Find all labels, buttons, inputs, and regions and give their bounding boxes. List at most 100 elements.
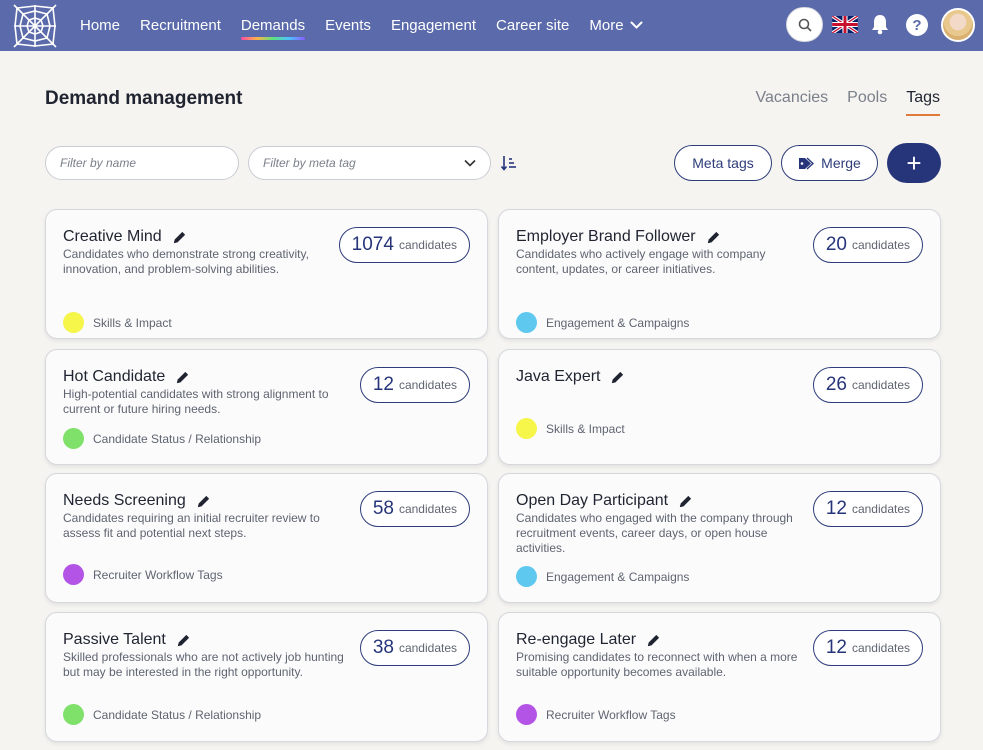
tag-card-meta: Candidate Status / Relationship (63, 428, 261, 449)
main-content: Demand management Vacancies Pools Tags F… (0, 51, 983, 750)
tag-card-meta: Engagement & Campaigns (516, 566, 689, 587)
candidate-count-label: candidates (851, 502, 910, 516)
candidate-count-button[interactable]: 12 candidates (359, 367, 470, 403)
uk-flag-icon[interactable] (832, 16, 858, 33)
tab-vacancies[interactable]: Vacancies (756, 89, 829, 107)
tag-card-title: Java Expert (516, 368, 625, 386)
add-tag-button[interactable]: + (887, 143, 941, 183)
tag-card-title: Passive Talent (63, 631, 191, 649)
tag-card-title: Hot Candidate (63, 368, 190, 386)
tag-card-title: Open Day Participant (516, 492, 693, 510)
candidate-count: 12 (372, 374, 394, 395)
candidate-count-button[interactable]: 1074 candidates (338, 227, 470, 263)
chevron-down-icon (630, 21, 643, 29)
tag-card-title-text: Re-engage Later (516, 631, 637, 648)
candidate-count-button[interactable]: 58 candidates (359, 491, 470, 527)
search-icon (798, 18, 812, 32)
nav-engagement[interactable]: Engagement (391, 17, 476, 34)
candidate-count-label: candidates (851, 641, 910, 655)
pencil-icon[interactable] (706, 230, 721, 245)
tag-card-meta-label: Skills & Impact (93, 315, 172, 330)
tag-card-title: Needs Screening (63, 492, 211, 510)
tag-card-meta: Recruiter Workflow Tags (516, 704, 676, 725)
avatar[interactable] (941, 8, 975, 42)
tag-card-title-text: Creative Mind (63, 228, 162, 245)
main-menu: Home Recruitment Demands Events Engageme… (80, 0, 663, 51)
pencil-icon[interactable] (176, 633, 191, 648)
spider-web-logo-icon[interactable] (11, 2, 59, 50)
filter-meta-select[interactable]: Filter by meta tag (248, 146, 491, 180)
tab-tags[interactable]: Tags (906, 89, 940, 116)
pencil-icon[interactable] (196, 494, 211, 509)
meta-color-dot (516, 312, 537, 333)
pencil-icon[interactable] (610, 370, 625, 385)
tag-card-title: Re-engage Later (516, 631, 661, 649)
meta-tags-label: Meta tags (692, 155, 754, 171)
bell-icon[interactable] (870, 13, 890, 35)
nav-events[interactable]: Events (325, 17, 371, 34)
nav-career-site[interactable]: Career site (496, 17, 569, 34)
tag-card-meta-label: Skills & Impact (546, 421, 625, 436)
tag-card[interactable]: Needs Screening Candidates requiring an i… (45, 473, 488, 603)
nav-home[interactable]: Home (80, 17, 120, 34)
candidate-count-button[interactable]: 20 candidates (812, 227, 923, 263)
filter-name-input[interactable] (60, 156, 224, 170)
meta-color-dot (516, 704, 537, 725)
candidate-count-button[interactable]: 12 candidates (812, 630, 923, 666)
candidate-count: 26 (825, 374, 847, 395)
nav-more[interactable]: More (589, 17, 643, 34)
tag-card[interactable]: Creative Mind Candidates who demonstrate … (45, 209, 488, 339)
candidate-count: 20 (825, 234, 847, 255)
tag-card[interactable]: Java Expert 26 candidates Skills & Impact (498, 349, 941, 465)
candidate-count-button[interactable]: 26 candidates (812, 367, 923, 403)
pencil-icon[interactable] (172, 230, 187, 245)
tag-card-meta: Candidate Status / Relationship (63, 704, 261, 725)
tag-card-description: Promising candidates to reconnect with w… (516, 650, 798, 679)
help-icon[interactable]: ? (906, 14, 928, 36)
global-search-button[interactable] (786, 7, 823, 42)
tag-card-meta-label: Engagement & Campaigns (546, 315, 690, 330)
nav-recruitment[interactable]: Recruitment (140, 17, 221, 34)
tag-card-title-text: Needs Screening (63, 492, 186, 509)
page-title: Demand management (45, 88, 243, 109)
sort-icon[interactable] (500, 154, 518, 172)
candidate-count-button[interactable]: 38 candidates (359, 630, 470, 666)
candidate-count: 12 (825, 637, 847, 658)
chevron-down-icon (464, 159, 476, 167)
candidate-count-label: candidates (398, 378, 457, 392)
candidate-count-label: candidates (398, 502, 457, 516)
tag-card-meta-label: Recruiter Workflow Tags (546, 707, 676, 722)
tag-card-meta: Skills & Impact (63, 312, 172, 333)
tag-card-title: Employer Brand Follower (516, 228, 721, 246)
tag-card-meta: Skills & Impact (516, 418, 625, 439)
merge-button[interactable]: Merge (781, 145, 878, 181)
tab-pools[interactable]: Pools (847, 89, 887, 107)
candidate-count-button[interactable]: 12 candidates (812, 491, 923, 527)
tag-card[interactable]: Employer Brand Follower Candidates who ac… (498, 209, 941, 339)
meta-tags-button[interactable]: Meta tags (674, 145, 772, 181)
tag-card[interactable]: Hot Candidate High-potential candidates w… (45, 349, 488, 465)
nav-demands[interactable]: Demands (240, 17, 306, 40)
merge-label: Merge (821, 155, 861, 171)
tags-icon (799, 156, 815, 170)
tag-card[interactable]: Open Day Participant Candidates who engag… (498, 473, 941, 603)
view-tabs: Vacancies Pools Tags (756, 89, 940, 116)
pencil-icon[interactable] (678, 494, 693, 509)
meta-color-dot (63, 312, 84, 333)
meta-color-dot (63, 564, 84, 585)
meta-color-dot (516, 566, 537, 587)
tag-card[interactable]: Re-engage Later Promising candidates to r… (498, 612, 941, 742)
meta-color-dot (63, 704, 84, 725)
candidate-count: 38 (372, 637, 394, 658)
candidate-count-label: candidates (398, 238, 457, 252)
tag-card-description: Candidates who actively engage with comp… (516, 247, 766, 276)
tag-card[interactable]: Passive Talent Skilled professionals who … (45, 612, 488, 742)
pencil-icon[interactable] (175, 370, 190, 385)
tag-card-title-text: Hot Candidate (63, 368, 166, 385)
top-nav: Home Recruitment Demands Events Engageme… (0, 0, 983, 51)
tag-card-description: Candidates who demonstrate strong creati… (63, 247, 309, 276)
pencil-icon[interactable] (646, 633, 661, 648)
tag-card-description: High-potential candidates with strong al… (63, 387, 329, 416)
nav-more-label: More (589, 17, 624, 34)
tag-card-meta: Recruiter Workflow Tags (63, 564, 223, 585)
